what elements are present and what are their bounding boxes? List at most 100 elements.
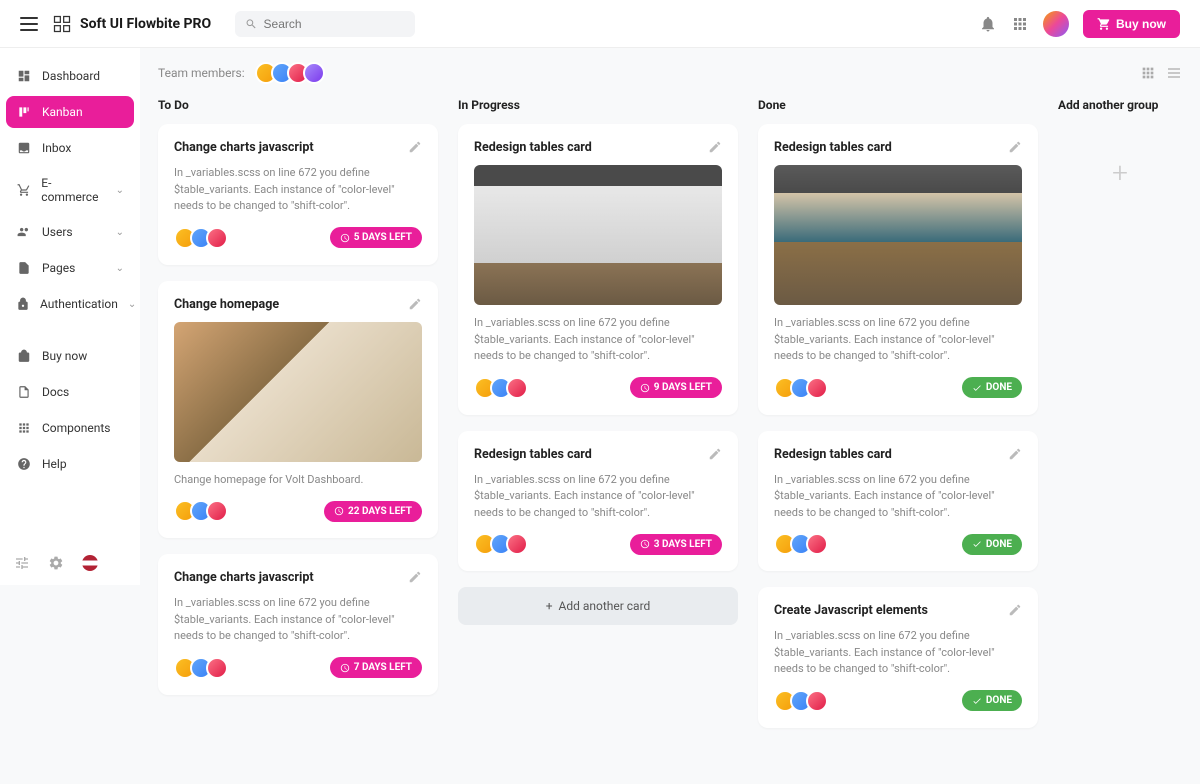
adjust-icon[interactable]	[14, 555, 30, 571]
edit-icon[interactable]	[408, 570, 422, 584]
components-icon	[16, 420, 32, 436]
kanban-card[interactable]: Redesign tables cardIn _variables.scss o…	[758, 431, 1038, 572]
edit-icon[interactable]	[708, 447, 722, 461]
card-badge: 22 DAYS LEFT	[324, 501, 422, 522]
card-assignees[interactable]	[774, 690, 828, 712]
list-view-icon[interactable]	[1166, 65, 1182, 81]
kanban-card[interactable]: Create Javascript elementsIn _variables.…	[758, 587, 1038, 728]
cart-icon	[1097, 17, 1111, 31]
search-input-wrap[interactable]	[235, 11, 415, 37]
sidebar-item-authentication[interactable]: Authentication ⌄	[6, 288, 134, 320]
sidebar-item-label: Users	[42, 225, 73, 239]
avatar[interactable]	[806, 533, 828, 555]
kanban-column: In Progress Redesign tables card In _varia…	[458, 98, 738, 625]
card-title: Create Javascript elements	[774, 603, 928, 618]
chevron-down-icon: ⌄	[116, 263, 124, 274]
lock-icon	[16, 296, 30, 312]
edit-icon[interactable]	[408, 297, 422, 311]
avatar[interactable]	[806, 377, 828, 399]
card-title: Redesign tables card	[774, 140, 892, 155]
avatar[interactable]	[303, 62, 325, 84]
dashboard-icon	[16, 68, 32, 84]
add-group-label: Add another group	[1058, 98, 1182, 112]
chevron-down-icon: ⌄	[128, 299, 136, 310]
avatar[interactable]	[806, 690, 828, 712]
sidebar-item-components[interactable]: Components	[6, 412, 134, 444]
avatar[interactable]	[506, 377, 528, 399]
kanban-card[interactable]: Redesign tables cardIn _variables.scss o…	[758, 124, 1038, 415]
sidebar-item-inbox[interactable]: Inbox	[6, 132, 134, 164]
help-icon	[16, 456, 32, 472]
kanban-card[interactable]: Redesign tables card In _variables.scss o…	[458, 431, 738, 572]
apps-icon[interactable]	[1011, 15, 1029, 33]
plus-icon: +	[1112, 156, 1128, 189]
sidebar-item-users[interactable]: Users⌄	[6, 216, 134, 248]
card-description: In _variables.scss on line 672 you defin…	[474, 315, 722, 365]
card-description: In _variables.scss on line 672 you defin…	[174, 165, 422, 215]
brand-title: Soft UI Flowbite PRO	[80, 16, 211, 32]
edit-icon[interactable]	[408, 140, 422, 154]
sidebar-item-label: Buy now	[42, 349, 87, 363]
sidebar-item-label: Help	[42, 457, 67, 471]
bell-icon[interactable]	[979, 15, 997, 33]
language-flag[interactable]	[82, 555, 98, 571]
sidebar-item-buy-now[interactable]: Buy now	[6, 340, 134, 372]
chevron-down-icon: ⌄	[116, 185, 124, 196]
card-assignees[interactable]	[174, 657, 228, 679]
kanban-card[interactable]: Redesign tables cardIn _variables.scss o…	[458, 124, 738, 415]
avatar[interactable]	[506, 533, 528, 555]
edit-icon[interactable]	[1008, 140, 1022, 154]
card-title: Redesign tables card	[474, 447, 592, 462]
card-title: Change charts javascript	[174, 140, 314, 155]
sidebar-item-help[interactable]: Help	[6, 448, 134, 480]
card-image	[774, 165, 1022, 305]
edit-icon[interactable]	[708, 140, 722, 154]
search-input[interactable]	[264, 17, 406, 31]
buy-now-button[interactable]: Buy now	[1083, 10, 1180, 38]
card-description: In _variables.scss on line 672 you defin…	[474, 472, 722, 522]
card-assignees[interactable]	[474, 377, 528, 399]
kanban-card[interactable]: Change charts javascript In _variables.sc…	[158, 124, 438, 265]
edit-icon[interactable]	[1008, 447, 1022, 461]
sidebar-item-label: Dashboard	[42, 69, 100, 83]
sidebar-item-pages[interactable]: Pages⌄	[6, 252, 134, 284]
card-title: Redesign tables card	[774, 447, 892, 462]
sidebar-item-e-commerce[interactable]: E-commerce⌄	[6, 168, 134, 212]
card-badge: 7 DAYS LEFT	[330, 657, 422, 678]
buy-now-label: Buy now	[1116, 17, 1166, 31]
card-assignees[interactable]	[774, 377, 828, 399]
add-card-button[interactable]: +Add another card	[458, 587, 738, 625]
grid-view-icon[interactable]	[1140, 65, 1156, 81]
card-assignees[interactable]	[174, 227, 228, 249]
sidebar-footer	[14, 555, 98, 571]
team-avatars[interactable]	[255, 62, 325, 84]
sidebar-item-label: Components	[42, 421, 111, 435]
menu-toggle[interactable]	[20, 17, 38, 31]
column-title: In Progress	[458, 98, 738, 112]
kanban-card[interactable]: Change charts javascriptIn _variables.sc…	[158, 554, 438, 695]
avatar[interactable]	[206, 227, 228, 249]
search-icon	[245, 17, 257, 31]
avatar[interactable]	[206, 657, 228, 679]
sidebar-item-docs[interactable]: Docs	[6, 376, 134, 408]
add-group-button[interactable]: +	[1058, 132, 1182, 212]
logo-icon	[52, 14, 72, 34]
card-description: Change homepage for Volt Dashboard.	[174, 472, 422, 489]
sidebar-item-dashboard[interactable]: Dashboard	[6, 60, 134, 92]
edit-icon[interactable]	[1008, 603, 1022, 617]
sidebar-item-label: Authentication	[40, 297, 118, 311]
team-members-label: Team members:	[158, 66, 245, 80]
card-assignees[interactable]	[774, 533, 828, 555]
card-assignees[interactable]	[474, 533, 528, 555]
plus-icon: +	[546, 599, 553, 613]
users-icon	[16, 224, 32, 240]
card-assignees[interactable]	[174, 500, 228, 522]
sidebar-item-label: Inbox	[42, 141, 71, 155]
gear-icon[interactable]	[48, 555, 64, 571]
avatar[interactable]	[206, 500, 228, 522]
sidebar: DashboardKanbanInboxE-commerce⌄Users⌄Pag…	[0, 48, 140, 585]
kanban-card[interactable]: Change homepageChange homepage for Volt …	[158, 281, 438, 539]
user-avatar[interactable]	[1043, 11, 1069, 37]
sidebar-item-kanban[interactable]: Kanban	[6, 96, 134, 128]
card-image	[174, 322, 422, 462]
